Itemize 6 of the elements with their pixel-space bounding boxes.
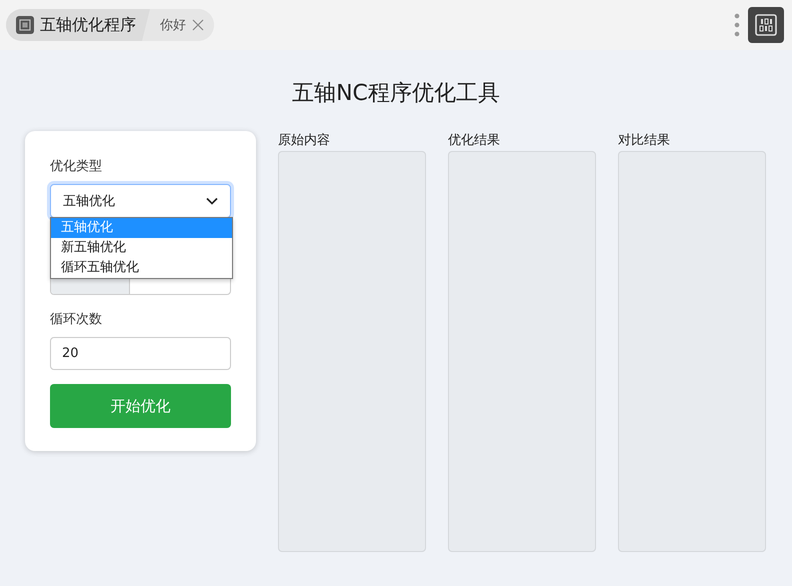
page-title: 五轴NC程序优化工具 <box>291 80 501 108</box>
field-label: 循环次数 <box>50 311 103 328</box>
field-label: 优化类型 <box>50 158 103 175</box>
panel-label: 原始内容 <box>278 132 331 150</box>
panel-label: 优化结果 <box>448 132 501 150</box>
panel-label: 对比结果 <box>618 132 671 150</box>
